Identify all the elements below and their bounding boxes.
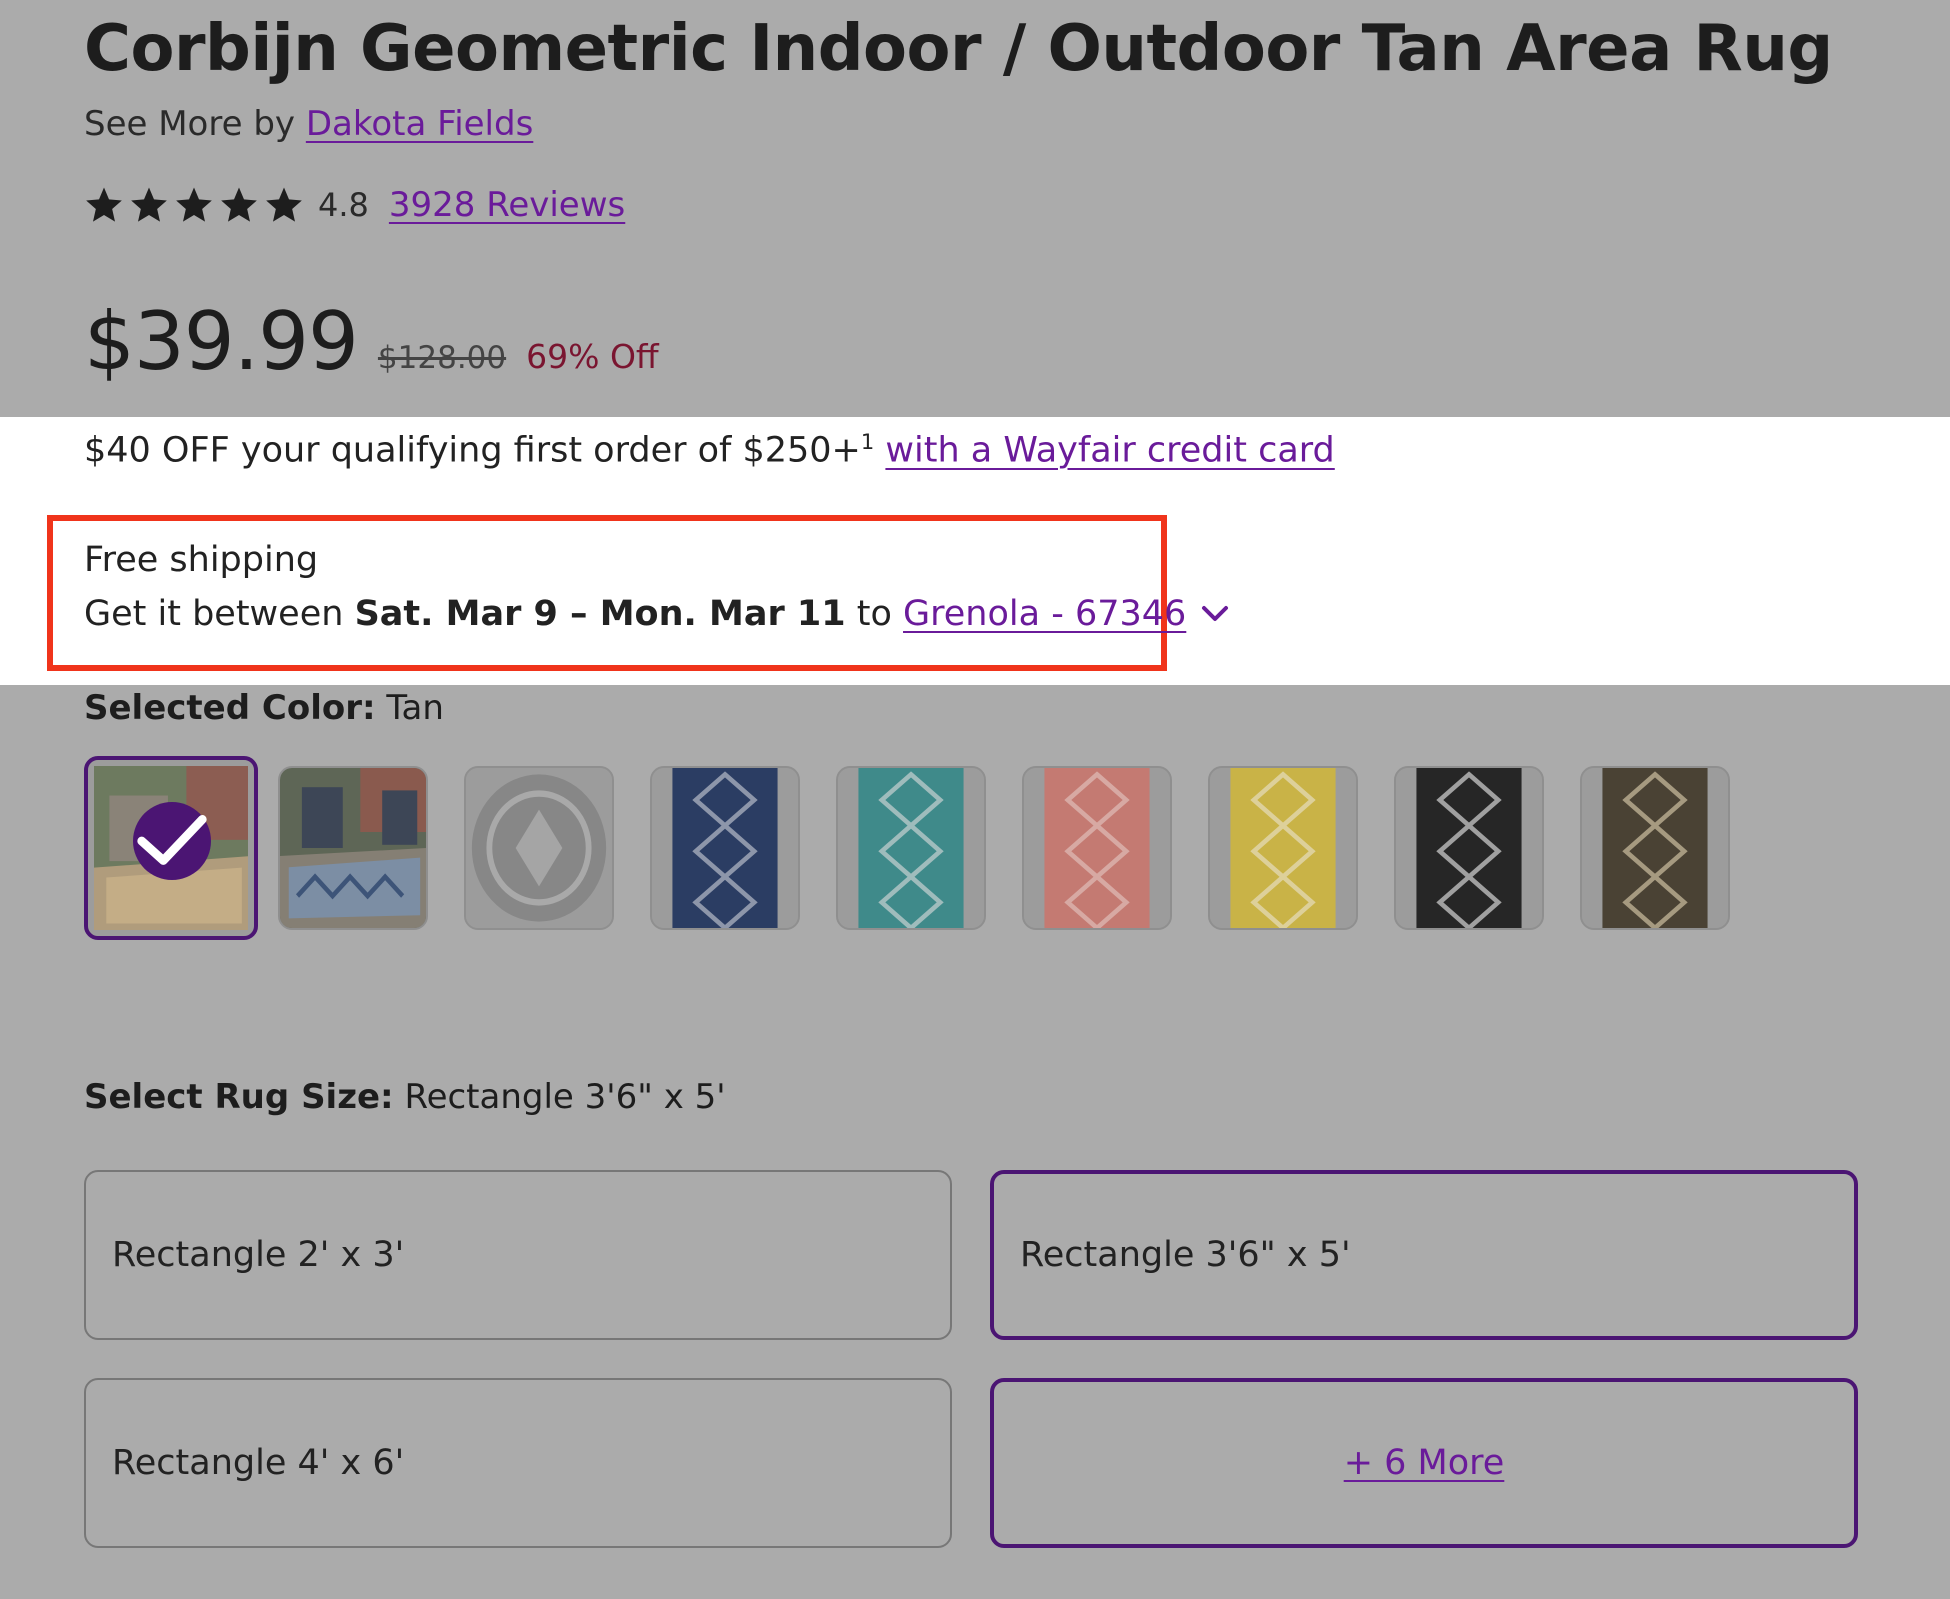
size-option-label: Rectangle 4' x 6' — [112, 1443, 405, 1483]
original-price: $128.00 — [377, 340, 507, 376]
size-option-4x6[interactable]: Rectangle 4' x 6' — [84, 1378, 952, 1548]
star-icon — [131, 187, 167, 222]
swatch-brown[interactable] — [1580, 766, 1730, 930]
star-icon — [266, 187, 302, 222]
chevron-down-icon[interactable] — [1200, 604, 1230, 624]
brown-rug-image — [1582, 768, 1728, 928]
teal-rug-image — [838, 768, 984, 928]
swatch-black[interactable] — [1394, 766, 1544, 930]
free-shipping-label: Free shipping — [84, 540, 319, 580]
delivery-to: to — [856, 594, 892, 634]
swatch-blue-scene[interactable] — [278, 766, 428, 930]
gray-round-rug-image — [466, 768, 612, 928]
yellow-rug-image — [1210, 768, 1356, 928]
swatch-yellow[interactable] — [1208, 766, 1358, 930]
black-rug-image — [1396, 768, 1542, 928]
selected-size-value: Rectangle 3'6" x 5' — [404, 1077, 726, 1117]
more-sizes-label: + 6 More — [1343, 1443, 1505, 1483]
promo-footnote: 1 — [860, 430, 875, 454]
see-more-label: See More by — [84, 104, 296, 144]
more-sizes-button[interactable]: + 6 More — [990, 1378, 1858, 1548]
selected-size: Select Rug Size: Rectangle 3'6" x 5' — [84, 1077, 726, 1117]
selected-color-label: Selected Color: — [84, 688, 376, 728]
selected-color-value: Tan — [386, 688, 444, 728]
credit-card-link[interactable]: with a Wayfair credit card — [885, 431, 1334, 471]
rating-row: 4.8 3928 Reviews — [84, 182, 625, 228]
current-price: $39.99 — [84, 295, 359, 388]
price-row: $39.99 $128.00 69% Off — [84, 292, 659, 382]
promo-text: $40 OFF your qualifying first order of $… — [84, 430, 861, 471]
selected-size-label: Select Rug Size: — [84, 1077, 394, 1117]
navy-rug-image — [652, 768, 798, 928]
size-option-3-6x5[interactable]: Rectangle 3'6" x 5' — [990, 1170, 1858, 1340]
star-icon — [221, 187, 257, 222]
star-rating — [84, 185, 304, 225]
selected-check-icon — [133, 802, 211, 880]
shipping-highlight-box — [47, 515, 1167, 671]
see-more-line: See More by Dakota Fields — [84, 104, 533, 144]
star-icon — [176, 187, 212, 222]
delivery-estimate: Get it between Sat. Mar 9 – Mon. Mar 11 … — [84, 594, 1230, 634]
selected-color: Selected Color: Tan — [84, 688, 444, 728]
swatch-tan[interactable] — [84, 756, 258, 940]
swatch-coral[interactable] — [1022, 766, 1172, 930]
swatch-gray-round[interactable] — [464, 766, 614, 930]
location-link[interactable]: Grenola - 67346 — [903, 594, 1186, 634]
size-option-label: Rectangle 3'6" x 5' — [1020, 1235, 1351, 1275]
brand-link[interactable]: Dakota Fields — [306, 104, 533, 144]
blue-rug-scene-image — [280, 768, 426, 928]
swatch-navy[interactable] — [650, 766, 800, 930]
credit-card-promo: $40 OFF your qualifying first order of $… — [84, 430, 1335, 471]
size-option-label: Rectangle 2' x 3' — [112, 1235, 405, 1275]
delivery-dates: Sat. Mar 9 – Mon. Mar 11 — [354, 594, 846, 634]
rating-value: 4.8 — [318, 186, 369, 224]
coral-rug-image — [1024, 768, 1170, 928]
discount-label: 69% Off — [526, 337, 659, 376]
reviews-link[interactable]: 3928 Reviews — [389, 185, 625, 225]
star-icon — [86, 187, 122, 222]
delivery-prefix: Get it between — [84, 594, 344, 634]
swatch-teal[interactable] — [836, 766, 986, 930]
size-option-2x3[interactable]: Rectangle 2' x 3' — [84, 1170, 952, 1340]
product-title: Corbijn Geometric Indoor / Outdoor Tan A… — [84, 12, 1833, 86]
